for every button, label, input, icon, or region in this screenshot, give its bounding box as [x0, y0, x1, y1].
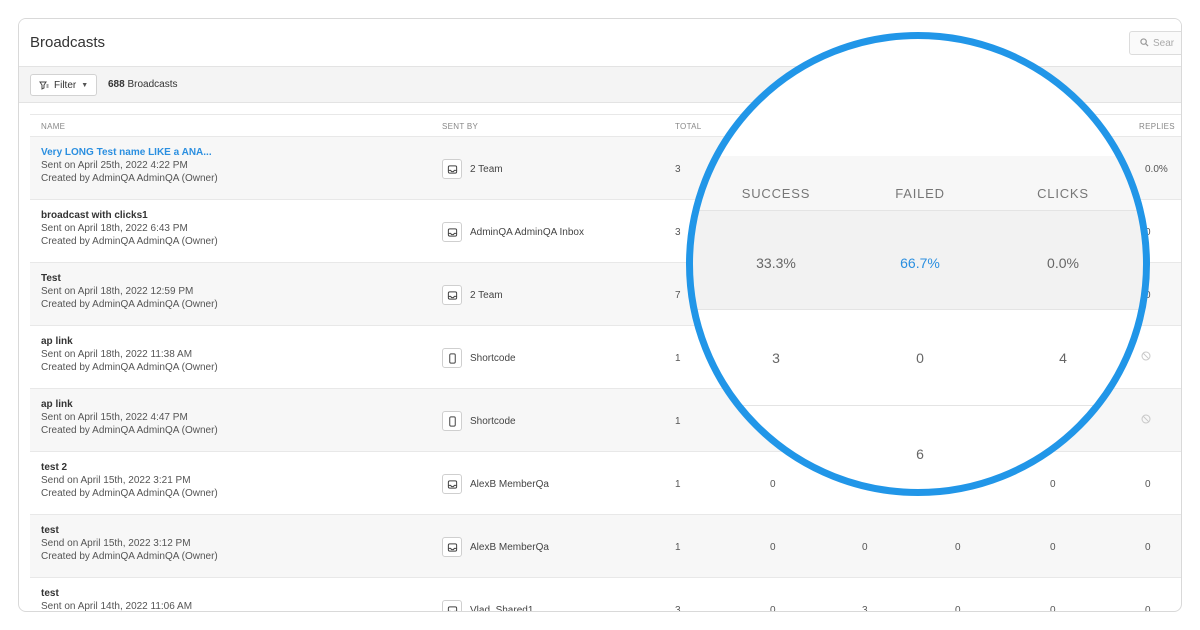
sender-label: 2 Team [470, 289, 503, 301]
cell-replies: 0 [1145, 605, 1151, 612]
sender-label: AlexB MemberQa [470, 478, 549, 490]
magnifier-clicks-rate: 0.0% [1047, 255, 1079, 271]
page-title: Broadcasts [30, 34, 106, 51]
filter-label: Filter [54, 79, 77, 91]
broadcast-sent-date: Send on April 15th, 2022 3:21 PM [41, 475, 191, 486]
magnifier-success-rate: 33.3% [756, 255, 796, 271]
column-header-name[interactable]: NAME [41, 122, 65, 131]
magnifier-failed-count: 0 [916, 350, 924, 366]
sender: Shortcode [442, 411, 516, 431]
cell-total: 1 [675, 353, 681, 364]
sender-label: Shortcode [470, 352, 516, 364]
sender: 2 Team [442, 285, 503, 305]
cell-replies: 0 [1145, 479, 1151, 490]
sender: AdminQA AdminQA Inbox [442, 222, 584, 242]
broadcast-creator: Created by AdminQA AdminQA (Owner) [41, 173, 218, 184]
cell-total: 7 [675, 290, 681, 301]
table-row[interactable]: test Sent on April 14th, 2022 11:06 AM Vla… [30, 578, 1181, 612]
broadcast-name[interactable]: ap link [41, 399, 73, 410]
sender: AlexB MemberQa [442, 537, 549, 557]
cell-total: 1 [675, 479, 681, 490]
broadcast-name[interactable]: Very LONG Test name LIKE a ANA... [41, 147, 212, 158]
sender-label: Shortcode [470, 415, 516, 427]
column-header-replies[interactable]: REPLIES [1139, 122, 1175, 131]
cell-total: 3 [675, 227, 681, 238]
chevron-down-icon: ▼ [81, 81, 89, 89]
cell-failed2: 0 [955, 605, 961, 612]
sender: AlexB MemberQa [442, 474, 549, 494]
sender-label: Vlad_Shared1 [470, 604, 534, 612]
broadcast-creator: Created by AdminQA AdminQA (Owner) [41, 551, 218, 562]
broadcast-name[interactable]: ap link [41, 336, 73, 347]
magnifier-header-success: SUCCESS [741, 186, 811, 201]
broadcast-sent-date: Sent on April 14th, 2022 11:06 AM [41, 601, 193, 612]
search-placeholder: Sear [1153, 38, 1175, 49]
magnifier-band-top [692, 38, 1144, 156]
inbox-icon [442, 474, 462, 494]
filter-icon [39, 81, 49, 90]
cell-failed2: 0 [955, 542, 961, 553]
cell-total: 3 [675, 164, 681, 175]
magnifier-header-clicks: CLICKS [1037, 186, 1089, 201]
magnifier-band-header [692, 156, 1144, 210]
broadcast-creator: Created by AdminQA AdminQA (Owner) [41, 236, 218, 247]
table-row[interactable]: test Send on April 15th, 2022 3:12 PM Crea… [30, 515, 1181, 578]
sender-label: 2 Team [470, 163, 503, 175]
phone-icon [442, 348, 462, 368]
cell-clicks: 0 [1050, 542, 1056, 553]
magnifier-header-failed: FAILED [895, 186, 945, 201]
broadcast-sent-date: Sent on April 18th, 2022 6:43 PM [41, 223, 188, 234]
inbox-icon [442, 222, 462, 242]
broadcast-sent-date: Sent on April 18th, 2022 12:59 PM [41, 286, 194, 297]
magnifier-zoom: SUCCESS FAILED CLICKS 33.3% 66.7% 0.0% 3… [692, 38, 1144, 490]
broadcast-name[interactable]: Test [41, 273, 61, 284]
cell-clicks: 0 [1050, 605, 1056, 612]
count-number: 688 [108, 79, 125, 90]
magnifier-failed-rate[interactable]: 66.7% [900, 255, 940, 271]
cell-success: 0 [770, 542, 776, 553]
cell-success: 0 [770, 605, 776, 612]
broadcast-creator: Created by AdminQA AdminQA (Owner) [41, 425, 218, 436]
cell-total: 3 [675, 605, 681, 612]
cell-failed: 3 [862, 605, 868, 612]
column-header-sent-by[interactable]: SENT BY [442, 122, 478, 131]
phone-icon [442, 411, 462, 431]
cell-total: 1 [675, 542, 681, 553]
broadcast-creator: Created by AdminQA AdminQA (Owner) [41, 362, 218, 373]
cell-replies: 0.0% [1145, 164, 1168, 175]
broadcast-count: 688 Broadcasts [108, 79, 178, 90]
sender: Vlad_Shared1 [442, 600, 534, 612]
inbox-icon [442, 285, 462, 305]
cell-failed: 0 [862, 542, 868, 553]
sender: 2 Team [442, 159, 503, 179]
broadcast-sent-date: Sent on April 18th, 2022 11:38 AM [41, 349, 193, 360]
broadcast-name[interactable]: test 2 [41, 462, 67, 473]
magnifier-clicks-count: 4 [1059, 350, 1067, 366]
sender: Shortcode [442, 348, 516, 368]
broadcast-sent-date: Send on April 15th, 2022 3:12 PM [41, 538, 191, 549]
count-label: Broadcasts [127, 79, 178, 90]
broadcast-name[interactable]: test [41, 588, 59, 599]
cell-replies: 0 [1145, 290, 1151, 301]
inbox-icon [442, 159, 462, 179]
cell-total: 1 [675, 416, 681, 427]
broadcast-name[interactable]: broadcast with clicks1 [41, 210, 148, 221]
sender-label: AdminQA AdminQA Inbox [470, 226, 584, 238]
magnifier-bottom-value: 6 [916, 446, 924, 462]
cell-replies: 0 [1145, 227, 1151, 238]
broadcast-sent-date: Sent on April 25th, 2022 4:22 PM [41, 160, 188, 171]
magnifier-success-count: 3 [772, 350, 780, 366]
broadcast-creator: Created by AdminQA AdminQA (Owner) [41, 299, 218, 310]
filter-button[interactable]: Filter ▼ [30, 74, 98, 96]
sender-label: AlexB MemberQa [470, 541, 549, 553]
broadcast-creator: Created by AdminQA AdminQA (Owner) [41, 488, 218, 499]
inbox-icon [442, 600, 462, 611]
cell-replies: 0 [1145, 542, 1151, 553]
broadcast-sent-date: Sent on April 15th, 2022 4:47 PM [41, 412, 188, 423]
inbox-icon [442, 537, 462, 557]
broadcast-name[interactable]: test [41, 525, 59, 536]
